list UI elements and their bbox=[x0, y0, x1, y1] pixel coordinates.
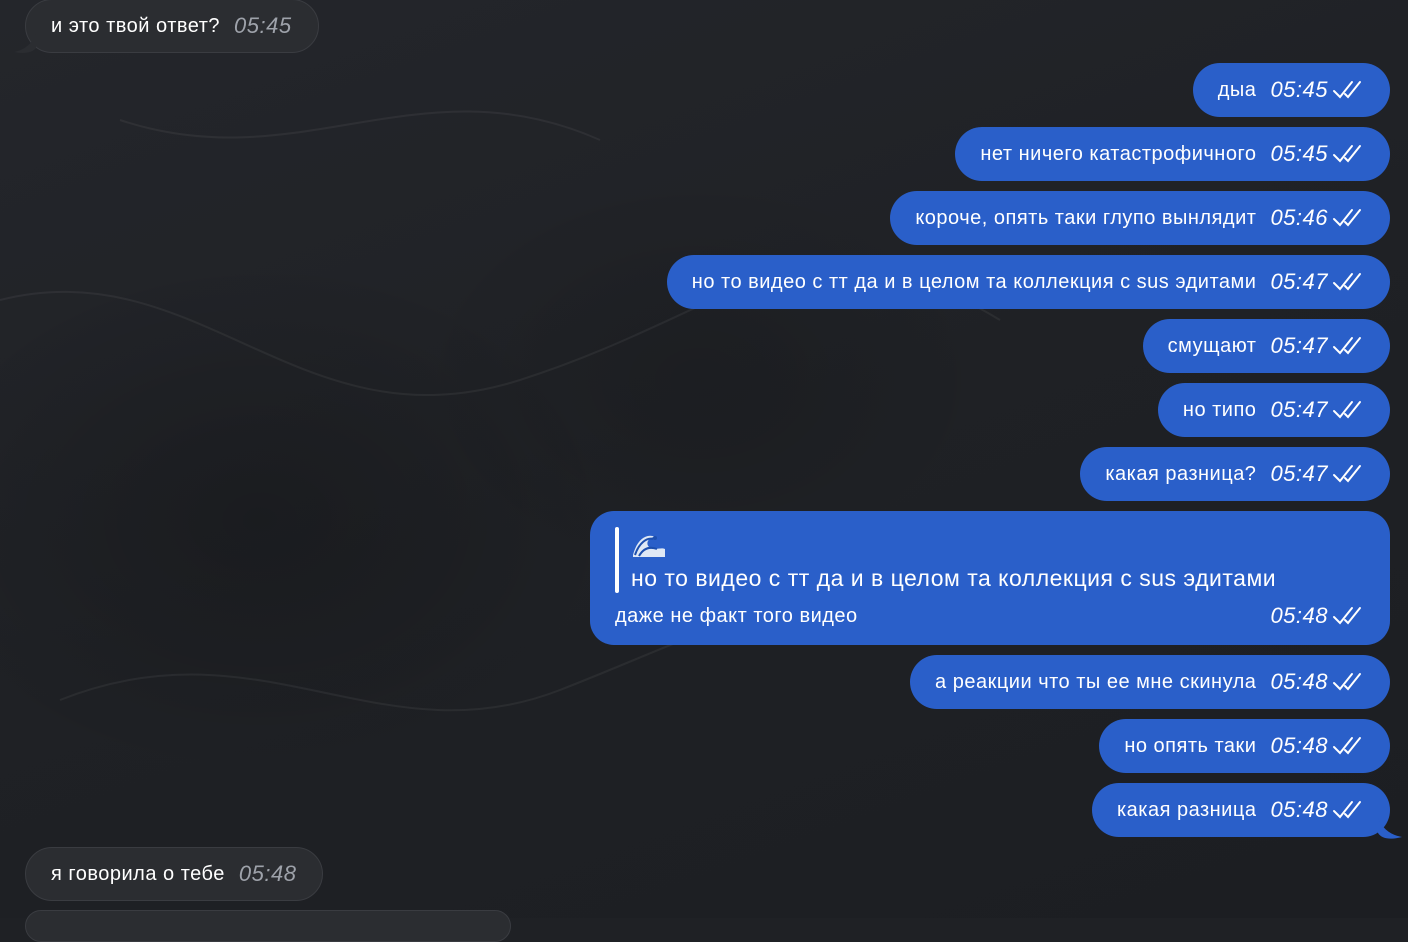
message-bubble-outgoing[interactable]: но опять таки 05:48 bbox=[1099, 719, 1390, 773]
message-text: я говорила о тебе bbox=[51, 862, 225, 885]
bubble-tail-icon bbox=[14, 34, 36, 53]
message-time: 05:45 bbox=[234, 13, 292, 38]
message-text: но опять таки bbox=[1124, 734, 1257, 757]
message-bubble-incoming[interactable]: и это твой ответ? 05:45 bbox=[25, 0, 319, 53]
message-time: 05:45 bbox=[1270, 141, 1328, 166]
quoted-message-text: но то видео с тт да и в целом та коллекц… bbox=[631, 565, 1277, 591]
message-time: 05:48 bbox=[238, 861, 297, 886]
message-bubble-outgoing[interactable]: какая разница 05:48 bbox=[1091, 783, 1390, 837]
double-check-icon bbox=[1332, 270, 1364, 294]
message-text: дыа bbox=[1217, 78, 1257, 101]
message-bubble-outgoing[interactable]: но то видео с тт да и в целом та коллекц… bbox=[666, 255, 1390, 309]
double-check-icon bbox=[1332, 398, 1364, 422]
message-bubble-outgoing[interactable]: но типо 05:47 bbox=[1157, 383, 1390, 437]
double-check-icon bbox=[1332, 334, 1364, 358]
message-time: 05:46 bbox=[1270, 205, 1328, 230]
message-time: 05:45 bbox=[1270, 77, 1328, 102]
message-text: но то видео с тт да и в целом та коллекц… bbox=[691, 270, 1257, 293]
double-check-icon bbox=[1332, 604, 1364, 628]
message-text: смущают bbox=[1167, 334, 1257, 357]
message-bubble-outgoing[interactable]: нет ничего катастрофичного 05:45 bbox=[955, 127, 1390, 181]
double-check-icon bbox=[1332, 142, 1364, 166]
message-bubble-outgoing[interactable]: дыа 05:45 bbox=[1192, 63, 1390, 117]
message-time: 05:48 bbox=[1270, 733, 1328, 758]
message-bubble-outgoing[interactable]: смущают 05:47 bbox=[1142, 319, 1390, 373]
message-bubble-outgoing[interactable]: короче, опять таки глупо вынлядит 05:46 bbox=[890, 191, 1390, 245]
message-bubble-incoming-partial[interactable] bbox=[25, 910, 511, 942]
message-text: даже не факт того видео bbox=[615, 605, 858, 627]
quote-bar bbox=[615, 527, 619, 593]
double-check-icon bbox=[1332, 734, 1364, 758]
double-check-icon bbox=[1332, 462, 1364, 486]
double-check-icon bbox=[1332, 78, 1364, 102]
message-bubble-reply[interactable]: но то видео с тт да и в целом та коллекц… bbox=[590, 511, 1390, 645]
message-text: но типо bbox=[1182, 398, 1257, 421]
message-text: какая разница? bbox=[1105, 462, 1257, 485]
wave-emoji-icon[interactable] bbox=[631, 529, 667, 559]
message-time: 05:47 bbox=[1270, 333, 1328, 358]
double-check-icon bbox=[1332, 670, 1364, 694]
message-time: 05:47 bbox=[1270, 269, 1328, 294]
message-bubble-outgoing[interactable]: а реакции что ты ее мне скинула 05:48 bbox=[910, 655, 1390, 709]
double-check-icon bbox=[1332, 206, 1364, 230]
message-text: короче, опять таки глупо вынлядит bbox=[915, 206, 1257, 229]
bubble-tail-icon bbox=[1378, 818, 1402, 839]
message-time: 05:48 bbox=[1270, 669, 1328, 694]
message-text: какая разница bbox=[1116, 798, 1257, 821]
message-bubble-incoming[interactable]: я говорила о тебе 05:48 bbox=[25, 847, 324, 901]
double-check-icon bbox=[1332, 798, 1364, 822]
message-text: нет ничего катастрофичного bbox=[980, 142, 1257, 165]
message-time: 05:48 bbox=[1270, 797, 1328, 822]
message-time: 05:47 bbox=[1270, 397, 1328, 422]
message-time: 05:47 bbox=[1270, 461, 1328, 486]
message-meta: 05:48 bbox=[1270, 603, 1364, 629]
message-text: а реакции что ты ее мне скинула bbox=[935, 670, 1257, 693]
message-time: 05:48 bbox=[1270, 603, 1328, 628]
message-bubble-outgoing[interactable]: какая разница? 05:47 bbox=[1080, 447, 1390, 501]
message-text: и это твой ответ? bbox=[51, 14, 221, 37]
